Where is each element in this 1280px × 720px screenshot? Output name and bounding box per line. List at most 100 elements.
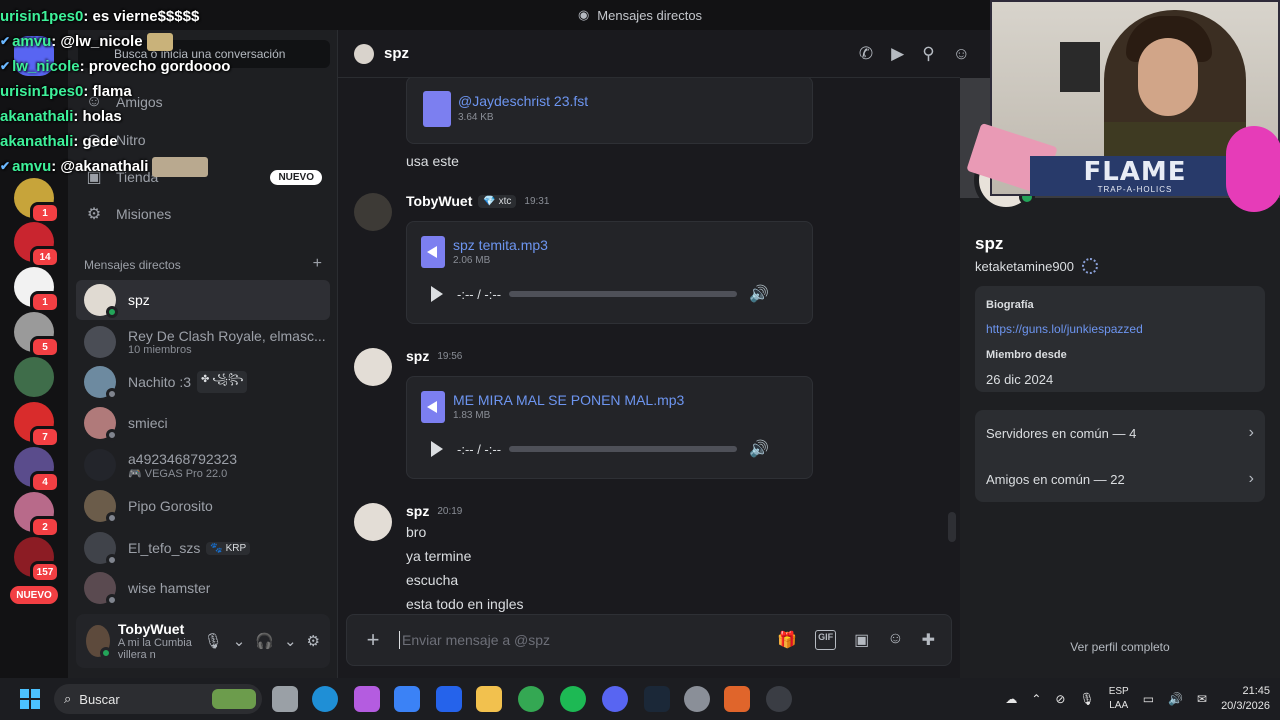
dm-item-spz[interactable]: spz: [76, 280, 330, 320]
headphones-icon[interactable]: 🎧: [255, 632, 274, 650]
verified-check-icon: ✔: [0, 159, 11, 173]
outlook-icon[interactable]: [436, 686, 462, 712]
chevron-up-icon[interactable]: ⌃: [1031, 692, 1041, 706]
chevron-down-icon[interactable]: ⌄: [233, 632, 246, 650]
dm-item-group[interactable]: Rey De Clash Royale, elmasc... 10 miembro…: [76, 322, 330, 362]
sticker-icon[interactable]: ▣: [854, 630, 869, 650]
spotify-icon[interactable]: [560, 686, 586, 712]
notification-app-icon[interactable]: ☁: [1005, 692, 1017, 706]
video-call-icon[interactable]: ▶: [891, 44, 904, 64]
file-explorer-icon[interactable]: [476, 686, 502, 712]
message-author[interactable]: TobyWuet: [406, 193, 472, 209]
member-since-value: 26 dic 2024: [986, 372, 1054, 387]
taskbar-search[interactable]: ⌕ Buscar: [54, 684, 262, 714]
chat-scrollbar[interactable]: [948, 512, 956, 542]
windows-start-icon[interactable]: [20, 689, 40, 709]
volume-icon[interactable]: 🔊: [1168, 692, 1183, 706]
avatar: [84, 284, 118, 318]
gift-icon[interactable]: 🎁: [777, 630, 797, 650]
copilot-icon[interactable]: [354, 686, 380, 712]
task-view-icon[interactable]: [272, 686, 298, 712]
message-header: spz 19:56: [406, 348, 462, 364]
create-dm-icon[interactable]: +: [313, 256, 322, 272]
dm-item-a4923468792323[interactable]: a4923468792323 🎮 VEGAS Pro 22.0: [76, 445, 330, 485]
chat-message: @akanathali: [60, 158, 149, 175]
chevron-down-icon[interactable]: ⌄: [284, 632, 297, 650]
nav-label: Misiones: [116, 206, 172, 222]
audio-file-name[interactable]: ME MIRA MAL SE PONEN MAL.mp3: [453, 392, 684, 408]
emoji-icon[interactable]: ☺: [887, 630, 903, 650]
server-icon[interactable]: 2: [14, 492, 60, 538]
status-dot: [106, 554, 118, 566]
user-avatar[interactable]: [86, 625, 112, 659]
upload-plus-icon[interactable]: +: [347, 627, 399, 653]
chat-user: lw_nicole: [12, 58, 80, 75]
dm-activity: 🎮 VEGAS Pro 22.0: [128, 467, 228, 480]
discord-taskbar-icon[interactable]: [602, 686, 628, 712]
steam-icon[interactable]: [644, 686, 670, 712]
verified-check-icon: ✔: [0, 34, 11, 48]
message-input[interactable]: Enviar mensaje a @spz: [399, 631, 550, 649]
chrome-icon[interactable]: [518, 686, 544, 712]
file-name[interactable]: @Jaydeschrist 23.fst: [458, 93, 588, 109]
audio-file-name[interactable]: spz temita.mp3: [453, 237, 548, 253]
settings-icon[interactable]: [684, 686, 710, 712]
mutual-servers-label: Servidores en común — 4: [986, 425, 1137, 441]
dm-item-el-tefo[interactable]: El_tefo_szs 🐾 KRP: [76, 528, 330, 568]
audio-progress[interactable]: [509, 291, 738, 297]
edge-icon[interactable]: [312, 686, 338, 712]
nav-quests[interactable]: ⚙ Misiones: [76, 196, 330, 232]
server-icon[interactable]: 1: [14, 178, 60, 224]
play-icon[interactable]: [431, 441, 443, 457]
wall-poster: [1060, 42, 1100, 92]
fl-studio-icon[interactable]: [724, 686, 750, 712]
microphone-icon[interactable]: 🎙: [1079, 692, 1094, 706]
microphone-icon[interactable]: 🎙: [204, 632, 223, 650]
audio-file-size: 2.06 MB: [453, 255, 491, 266]
file-icon: [423, 91, 451, 127]
server-icon[interactable]: 7: [14, 402, 60, 448]
audio-progress[interactable]: [509, 446, 738, 452]
message-avatar[interactable]: [354, 503, 392, 541]
dm-item-smieci[interactable]: smieci: [76, 403, 330, 443]
message-avatar[interactable]: [354, 348, 392, 386]
clock[interactable]: 21:45 20/3/2026: [1221, 684, 1270, 714]
display-icon[interactable]: ▭: [1143, 692, 1154, 706]
obs-icon[interactable]: [766, 686, 792, 712]
dm-item-nachito[interactable]: Nachito :3 ✤ ꧁꧂: [76, 362, 330, 402]
dm-item-pipo[interactable]: Pipo Gorosito: [76, 486, 330, 526]
dm-name: spz: [128, 292, 150, 308]
server-icon[interactable]: 5: [14, 312, 60, 358]
pin-icon[interactable]: ⚲: [922, 44, 934, 64]
profile-badge-icon[interactable]: [1082, 258, 1099, 274]
voice-call-icon[interactable]: ✆: [859, 44, 873, 64]
mutual-friends-row[interactable]: Amigos en común — 22 ›: [986, 457, 1254, 501]
message-author[interactable]: spz: [406, 348, 429, 364]
chat-message: flama: [92, 83, 132, 100]
server-icon[interactable]: 1: [14, 267, 60, 313]
play-icon[interactable]: [431, 286, 443, 302]
volume-icon[interactable]: 🔊: [749, 284, 769, 304]
mutual-servers-row[interactable]: Servidores en común — 4 ›: [986, 411, 1254, 455]
server-icon[interactable]: 157: [14, 537, 60, 583]
gif-icon[interactable]: GIF: [815, 630, 837, 650]
server-icon[interactable]: 4: [14, 447, 60, 493]
chat-bubble-icon[interactable]: ✉: [1197, 692, 1207, 706]
chat-line: urisin1pes0: es vierne$$$$$: [0, 4, 230, 29]
view-full-profile-link[interactable]: Ver perfil completo: [960, 640, 1280, 654]
apps-icon[interactable]: ✚: [922, 630, 935, 650]
settings-gear-icon[interactable]: ⚙: [307, 632, 320, 650]
bio-link[interactable]: https://guns.lol/junkiespazzed: [986, 322, 1143, 336]
message-text: ya termine: [406, 548, 472, 564]
server-icon[interactable]: 14: [14, 222, 60, 268]
store-icon[interactable]: [394, 686, 420, 712]
message-avatar[interactable]: [354, 193, 392, 231]
add-friend-icon[interactable]: ☺: [953, 44, 970, 64]
volume-icon[interactable]: 🔊: [749, 439, 769, 459]
network-off-icon[interactable]: ⊘: [1055, 692, 1065, 706]
file-attachment[interactable]: @Jaydeschrist 23.fst 3.64 KB: [406, 78, 813, 144]
language-indicator[interactable]: ESP LAA: [1109, 685, 1129, 713]
server-icon[interactable]: [14, 357, 54, 397]
message-author[interactable]: spz: [406, 503, 429, 519]
dm-item-wise-hamster[interactable]: wise hamster: [76, 568, 330, 608]
